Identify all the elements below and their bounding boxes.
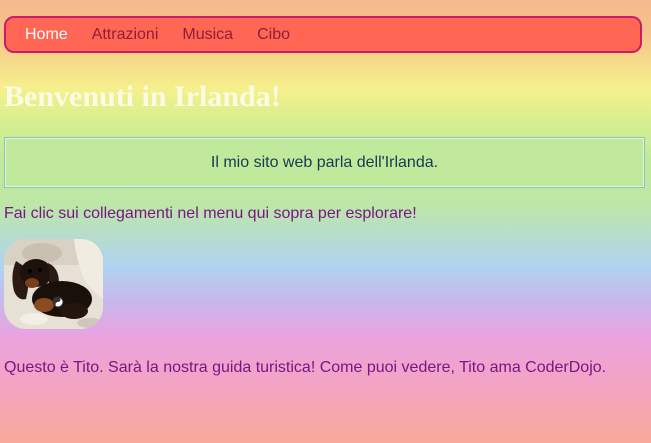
dog-photo-illustration [4,239,103,329]
page-title: Benvenuti in Irlanda! [4,80,281,113]
intro-text: Il mio sito web parla dell'Irlanda. [210,153,439,171]
dog-photo [4,239,103,329]
tito-caption: Questo è Tito. Sarà la nostra guida turi… [4,359,607,376]
intro-box: Il mio sito web parla dell'Irlanda. [4,137,645,188]
nav-cibo-link[interactable]: Cibo [257,26,290,44]
main-nav: Home Attrazioni Musica Cibo [4,16,642,53]
nav-attrazioni-link[interactable]: Attrazioni [92,26,159,44]
nav-home-link[interactable]: Home [25,26,68,44]
nav-musica-link[interactable]: Musica [182,26,233,44]
instruction-text: Fai clic sui collegamenti nel menu qui s… [4,205,417,222]
